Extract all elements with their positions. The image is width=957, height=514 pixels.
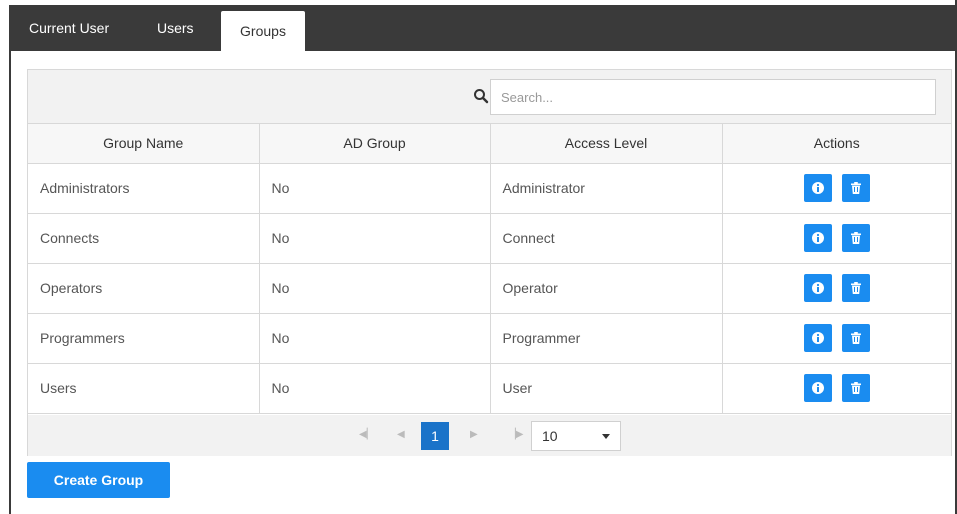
access-level-cell: Connect [490,213,723,264]
ad-group-cell: No [259,213,491,264]
page-size-select[interactable]: 10 [531,421,621,451]
delete-button[interactable] [841,224,870,252]
table-row: Administrators No Administrator [28,163,951,214]
search-icon [474,89,489,104]
group-name-cell: Users [28,363,260,414]
actions-cell [722,213,951,264]
info-icon [811,182,824,194]
access-level-cell: Programmer [490,313,723,364]
info-button[interactable] [803,224,832,252]
actions-cell [722,363,951,414]
table-row: Operators No Operator [28,263,951,314]
group-name-cell: Administrators [28,163,260,214]
last-page-icon[interactable]: ▕▶ [508,429,523,440]
header-group-name[interactable]: Group Name [28,124,260,164]
delete-button[interactable] [841,274,870,302]
chevron-down-icon [602,434,610,439]
left-border [9,50,11,514]
ad-group-cell: No [259,363,491,414]
info-icon [811,232,824,244]
header-ad-group[interactable]: AD Group [259,124,491,164]
actions-cell [722,163,951,214]
search-bar [28,70,951,124]
info-button[interactable] [803,174,832,202]
actions-cell [722,263,951,314]
group-name-cell: Operators [28,263,260,314]
header-access-level[interactable]: Access Level [490,124,723,164]
info-button[interactable] [803,274,832,302]
trash-icon [850,232,861,244]
delete-button[interactable] [841,174,870,202]
table-row: Programmers No Programmer [28,313,951,364]
trash-icon [850,182,861,194]
tab-bar: Current User Users Groups [9,5,957,51]
tab-users[interactable]: Users [145,5,206,51]
ad-group-cell: No [259,163,491,214]
trash-icon [850,282,861,294]
pagination: ◀▏ ◀ 1 ▶ ▕▶ 10 [28,415,951,456]
prev-page-icon[interactable]: ◀ [397,429,405,440]
page-size-value: 10 [542,428,558,444]
next-page-icon[interactable]: ▶ [470,429,478,440]
search-input[interactable] [490,79,936,115]
delete-button[interactable] [841,324,870,352]
trash-icon [850,332,861,344]
current-page[interactable]: 1 [421,422,449,450]
access-level-cell: Operator [490,263,723,314]
delete-button[interactable] [841,374,870,402]
trash-icon [850,382,861,394]
group-name-cell: Programmers [28,313,260,364]
info-icon [811,332,824,344]
groups-table-panel: Group Name AD Group Access Level Actions… [27,69,952,456]
ad-group-cell: No [259,263,491,314]
tab-groups[interactable]: Groups [221,11,305,51]
header-actions: Actions [722,124,951,164]
group-name-cell: Connects [28,213,260,264]
create-group-button[interactable]: Create Group [27,462,170,498]
table-header-row: Group Name AD Group Access Level Actions [28,124,951,164]
info-button[interactable] [803,324,832,352]
groups-page: Current User Users Groups Group Name AD … [0,0,957,514]
info-icon [811,382,824,394]
info-button[interactable] [803,374,832,402]
table-row: Connects No Connect [28,213,951,264]
info-icon [811,282,824,294]
access-level-cell: Administrator [490,163,723,214]
first-page-icon[interactable]: ◀▏ [359,429,374,440]
table-row: Users No User [28,363,951,414]
actions-cell [722,313,951,364]
ad-group-cell: No [259,313,491,364]
access-level-cell: User [490,363,723,414]
groups-table: Group Name AD Group Access Level Actions… [28,124,951,414]
tab-current-user[interactable]: Current User [17,5,121,51]
